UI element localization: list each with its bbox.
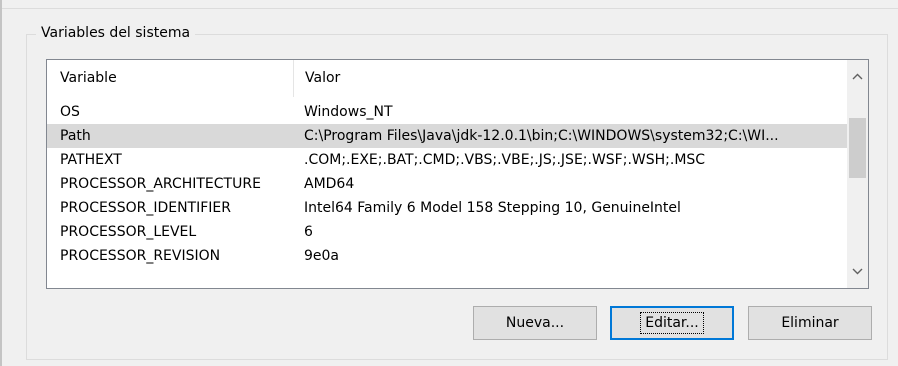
- row-variable: PATHEXT: [60, 152, 122, 168]
- list-content: Variable Valor OS Windows_NT Path C:\Pro…: [47, 60, 847, 288]
- table-row[interactable]: PATHEXT .COM;.EXE;.BAT;.CMD;.VBS;.VBE;.J…: [47, 148, 847, 172]
- edit-button-label: Editar...: [640, 312, 704, 334]
- chevron-up-icon[interactable]: [847, 66, 868, 87]
- window-left-edge: [0, 0, 2, 366]
- column-header-variable[interactable]: Variable: [47, 60, 293, 97]
- row-variable: PROCESSOR_ARCHITECTURE: [60, 176, 261, 192]
- table-row[interactable]: PROCESSOR_ARCHITECTURE AMD64: [47, 172, 847, 196]
- table-row[interactable]: Path C:\Program Files\Java\jdk-12.0.1\bi…: [47, 124, 847, 148]
- table-row[interactable]: PROCESSOR_LEVEL 6: [47, 220, 847, 244]
- edit-button[interactable]: Editar...: [610, 306, 734, 340]
- new-button[interactable]: Nueva...: [473, 306, 597, 340]
- table-row[interactable]: PROCESSOR_IDENTIFIER Intel64 Family 6 Mo…: [47, 196, 847, 220]
- row-variable: OS: [60, 104, 80, 120]
- vertical-scrollbar[interactable]: [847, 60, 868, 288]
- group-title: Variables del sistema: [36, 23, 196, 43]
- chevron-down-icon[interactable]: [847, 261, 868, 282]
- row-variable: PROCESSOR_LEVEL: [60, 224, 197, 240]
- table-row[interactable]: OS Windows_NT: [47, 100, 847, 124]
- row-value: C:\Program Files\Java\jdk-12.0.1\bin;C:\…: [304, 128, 779, 144]
- row-value: 6: [304, 224, 313, 240]
- top-divider: [0, 8, 898, 9]
- row-value: Windows_NT: [304, 104, 393, 120]
- row-value: .COM;.EXE;.BAT;.CMD;.VBS;.VBE;.JS;.JSE;.…: [304, 152, 706, 168]
- table-row[interactable]: PROCESSOR_REVISION 9e0a: [47, 244, 847, 268]
- row-value: 9e0a: [304, 248, 340, 264]
- row-value: AMD64: [304, 176, 355, 192]
- list-rows: OS Windows_NT Path C:\Program Files\Java…: [47, 100, 847, 268]
- row-variable: PROCESSOR_REVISION: [60, 248, 221, 264]
- column-header-value[interactable]: Valor: [294, 60, 847, 97]
- delete-button[interactable]: Eliminar: [748, 306, 872, 340]
- system-variables-list[interactable]: Variable Valor OS Windows_NT Path C:\Pro…: [46, 59, 869, 289]
- row-variable: PROCESSOR_IDENTIFIER: [60, 200, 231, 216]
- list-header: Variable Valor: [47, 60, 847, 97]
- scrollbar-thumb[interactable]: [849, 118, 866, 178]
- row-value: Intel64 Family 6 Model 158 Stepping 10, …: [304, 200, 681, 216]
- row-variable: Path: [60, 128, 91, 144]
